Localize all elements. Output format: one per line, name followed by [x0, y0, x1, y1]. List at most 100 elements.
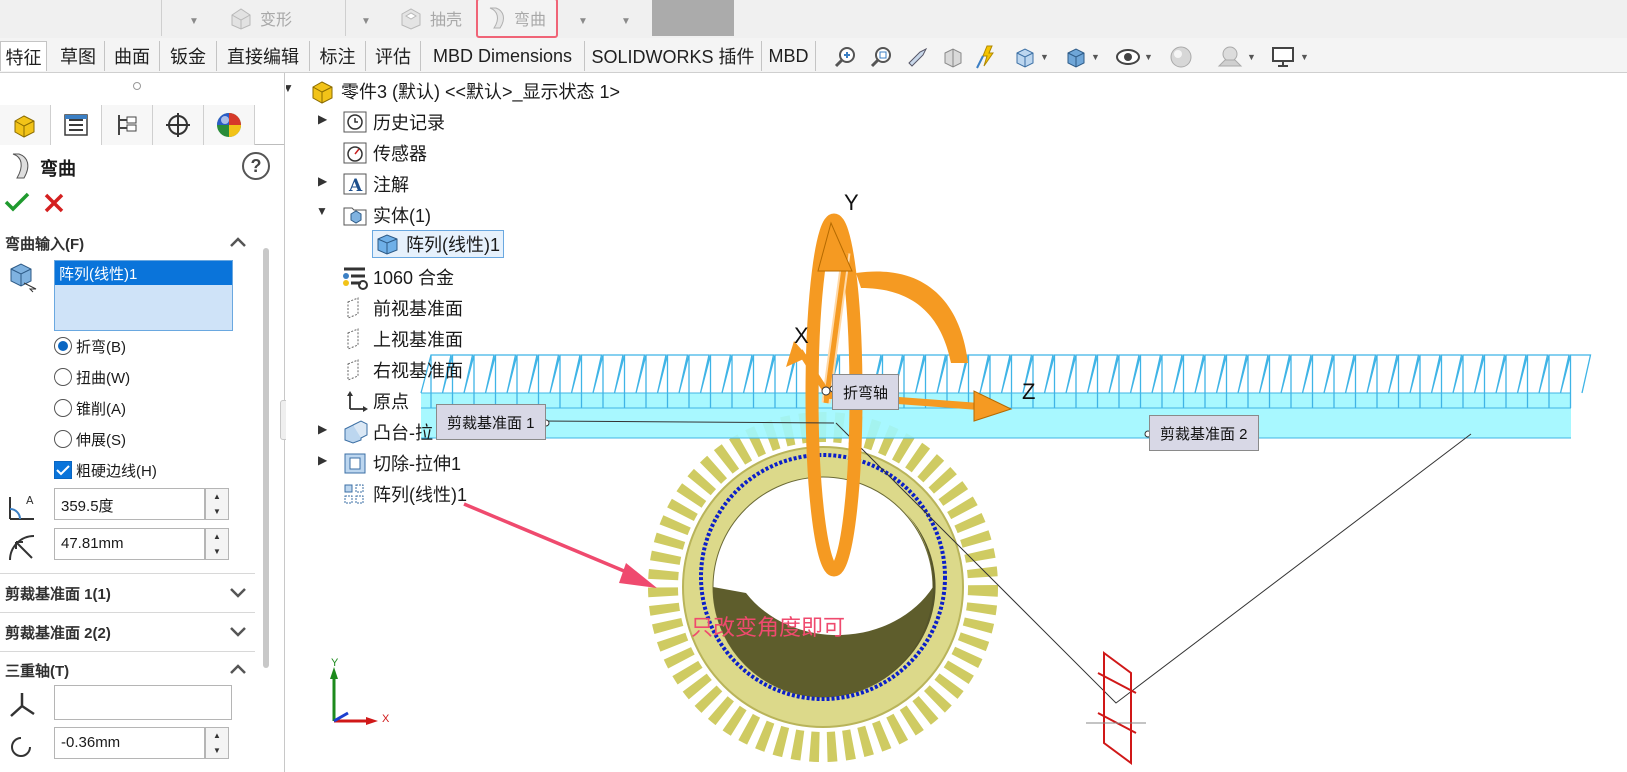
panel-scrollbar[interactable]: [263, 248, 269, 668]
display-style-icon[interactable]: [1061, 43, 1091, 71]
option-label: 扭曲(W): [76, 369, 131, 387]
chevron-down-icon[interactable]: ▼: [1144, 52, 1153, 62]
chevron-down-icon[interactable]: ▼: [1040, 52, 1049, 62]
ok-button[interactable]: [4, 191, 30, 213]
tab-property-manager[interactable]: [51, 105, 102, 145]
chevron-down-icon[interactable]: ▼: [361, 16, 371, 27]
tab-mbd-dimensions[interactable]: MBD Dimensions: [421, 41, 585, 71]
chevron-down-icon[interactable]: [229, 586, 247, 598]
expand-arrow-icon[interactable]: ▶: [318, 112, 327, 126]
tree-item-sensors[interactable]: 传感器: [340, 139, 427, 167]
tab-dimxpert-manager[interactable]: [153, 105, 204, 145]
tree-item-pattern-body[interactable]: 阵列(线性)1: [372, 230, 504, 258]
callout-trim-plane-1[interactable]: 剪裁基准面 1: [436, 404, 546, 440]
radius-input[interactable]: 47.81mm: [54, 528, 205, 560]
radio-button[interactable]: [54, 430, 72, 448]
angle-spinner[interactable]: ▲ ▼: [205, 488, 229, 520]
checkmark-icon: [56, 465, 70, 476]
triad-selection-field[interactable]: [54, 685, 232, 720]
callout-trim-plane-2[interactable]: 剪裁基准面 2: [1149, 415, 1259, 451]
chevron-down-icon[interactable]: ▼: [1300, 52, 1309, 62]
tree-item-solid-bodies[interactable]: 实体(1): [340, 201, 431, 229]
group-header-trim-plane-1[interactable]: 剪裁基准面 1(1): [0, 578, 255, 608]
tree-label: 传感器: [373, 144, 427, 164]
group-header-bend-input[interactable]: 弯曲输入(F): [0, 228, 255, 258]
callout-bend-axis[interactable]: 折弯轴: [832, 374, 900, 410]
tab-mbd[interactable]: MBD: [762, 41, 816, 71]
option-twist[interactable]: 扭曲(W): [54, 365, 130, 389]
tree-item-history[interactable]: 历史记录: [340, 108, 445, 136]
expand-arrow-icon[interactable]: ▼: [286, 81, 294, 95]
expand-arrow-icon[interactable]: ▶: [318, 174, 327, 188]
edit-appearance-icon[interactable]: [1166, 43, 1196, 71]
hard-edges-checkbox[interactable]: [54, 461, 72, 479]
help-button[interactable]: ?: [242, 152, 270, 180]
tab-markup[interactable]: 标注: [310, 41, 366, 71]
selected-body-item[interactable]: 阵列(线性)1: [55, 261, 232, 285]
hide-show-items-icon[interactable]: [1113, 43, 1143, 71]
chevron-down-icon[interactable]: [229, 625, 247, 637]
tab-feature-manager[interactable]: [0, 105, 51, 145]
zoom-to-fit-icon[interactable]: [831, 43, 861, 71]
tree-root-part[interactable]: 零件3 (默认) <<默认>_显示状态 1>: [308, 77, 620, 105]
panel-grip[interactable]: [133, 82, 141, 90]
tree-item-linear-pattern[interactable]: 阵列(线性)1: [340, 480, 467, 508]
radio-button[interactable]: [54, 368, 72, 386]
tab-surfaces[interactable]: 曲面: [105, 41, 160, 71]
collapse-arrow-icon[interactable]: ▼: [316, 204, 328, 218]
zoom-to-area-icon[interactable]: [867, 43, 897, 71]
group-header-trim-plane-2[interactable]: 剪裁基准面 2(2): [0, 617, 255, 647]
expand-arrow-icon[interactable]: ▶: [318, 422, 327, 436]
expand-arrow-icon[interactable]: ▶: [318, 453, 327, 467]
cancel-button[interactable]: [44, 193, 64, 213]
tree-item-right-plane[interactable]: 右视基准面: [340, 356, 463, 384]
chevron-down-icon[interactable]: ▼: [1247, 52, 1256, 62]
tab-evaluate[interactable]: 评估: [366, 41, 421, 71]
tab-sheet-metal[interactable]: 钣金: [160, 41, 217, 71]
tree-item-material[interactable]: 1060 合金: [340, 263, 454, 291]
section-view-icon[interactable]: [938, 43, 968, 71]
view-orientation-icon[interactable]: [1010, 43, 1040, 71]
tab-display-manager[interactable]: [204, 105, 255, 145]
tab-sketch[interactable]: 草图: [52, 41, 105, 71]
deform-button[interactable]: 变形: [222, 0, 298, 36]
chevron-up-icon[interactable]: [229, 236, 247, 248]
bend-button[interactable]: 弯曲: [476, 0, 558, 38]
option-bend[interactable]: 折弯(B): [54, 334, 126, 358]
triad-offset-input[interactable]: -0.36mm: [54, 727, 205, 759]
tree-item-front-plane[interactable]: 前视基准面: [340, 294, 463, 322]
group-header-triad[interactable]: 三重轴(T): [0, 655, 255, 685]
shell-button[interactable]: 抽壳: [392, 0, 468, 36]
tab-direct-editing[interactable]: 直接编辑: [217, 41, 310, 71]
tab-features[interactable]: 特征: [0, 41, 47, 71]
radius-spinner[interactable]: ▲ ▼: [205, 528, 229, 560]
tab-configuration-manager[interactable]: [102, 105, 153, 145]
apply-scene-icon[interactable]: [1215, 43, 1245, 71]
option-taper[interactable]: 锥削(A): [54, 396, 126, 420]
bend-label: 弯曲: [514, 12, 547, 29]
radio-button[interactable]: [54, 399, 72, 417]
graphics-area[interactable]: Y X Z 折弯轴 剪裁基准面 1 剪裁基准面 2 只改变角度即可 Y X ▼ …: [286, 73, 1627, 772]
chevron-down-icon[interactable]: ▼: [189, 16, 199, 27]
tab-solidworks-addins[interactable]: SOLIDWORKS 插件: [585, 41, 762, 71]
tree-item-annotations[interactable]: A 注解: [340, 170, 409, 198]
chevron-down-icon[interactable]: ▼: [1091, 52, 1100, 62]
triad-offset-spinner[interactable]: ▲ ▼: [205, 727, 229, 759]
chevron-up-icon[interactable]: [229, 663, 247, 675]
group-title: 弯曲输入(F): [5, 235, 85, 253]
angle-input[interactable]: 359.5度: [54, 488, 205, 520]
radio-button[interactable]: [54, 337, 72, 355]
tree-item-boss-extrude[interactable]: 凸台-拉: [340, 418, 433, 446]
hard-edges-checkbox-row[interactable]: 粗硬边线(H): [54, 458, 157, 482]
chevron-down-icon[interactable]: ▼: [621, 16, 631, 27]
previous-view-icon[interactable]: [903, 43, 933, 71]
option-stretch[interactable]: 伸展(S): [54, 427, 126, 451]
reference-triad: [330, 667, 378, 725]
chevron-down-icon[interactable]: ▼: [578, 16, 588, 27]
tree-item-top-plane[interactable]: 上视基准面: [340, 325, 463, 353]
tree-item-cut-extrude[interactable]: 切除-拉伸1: [340, 449, 461, 477]
body-selection-list[interactable]: 阵列(线性)1: [54, 260, 233, 331]
tree-item-origin[interactable]: 原点: [340, 387, 409, 415]
dynamic-annotation-icon[interactable]: [973, 43, 1003, 71]
view-settings-icon[interactable]: [1268, 43, 1298, 71]
